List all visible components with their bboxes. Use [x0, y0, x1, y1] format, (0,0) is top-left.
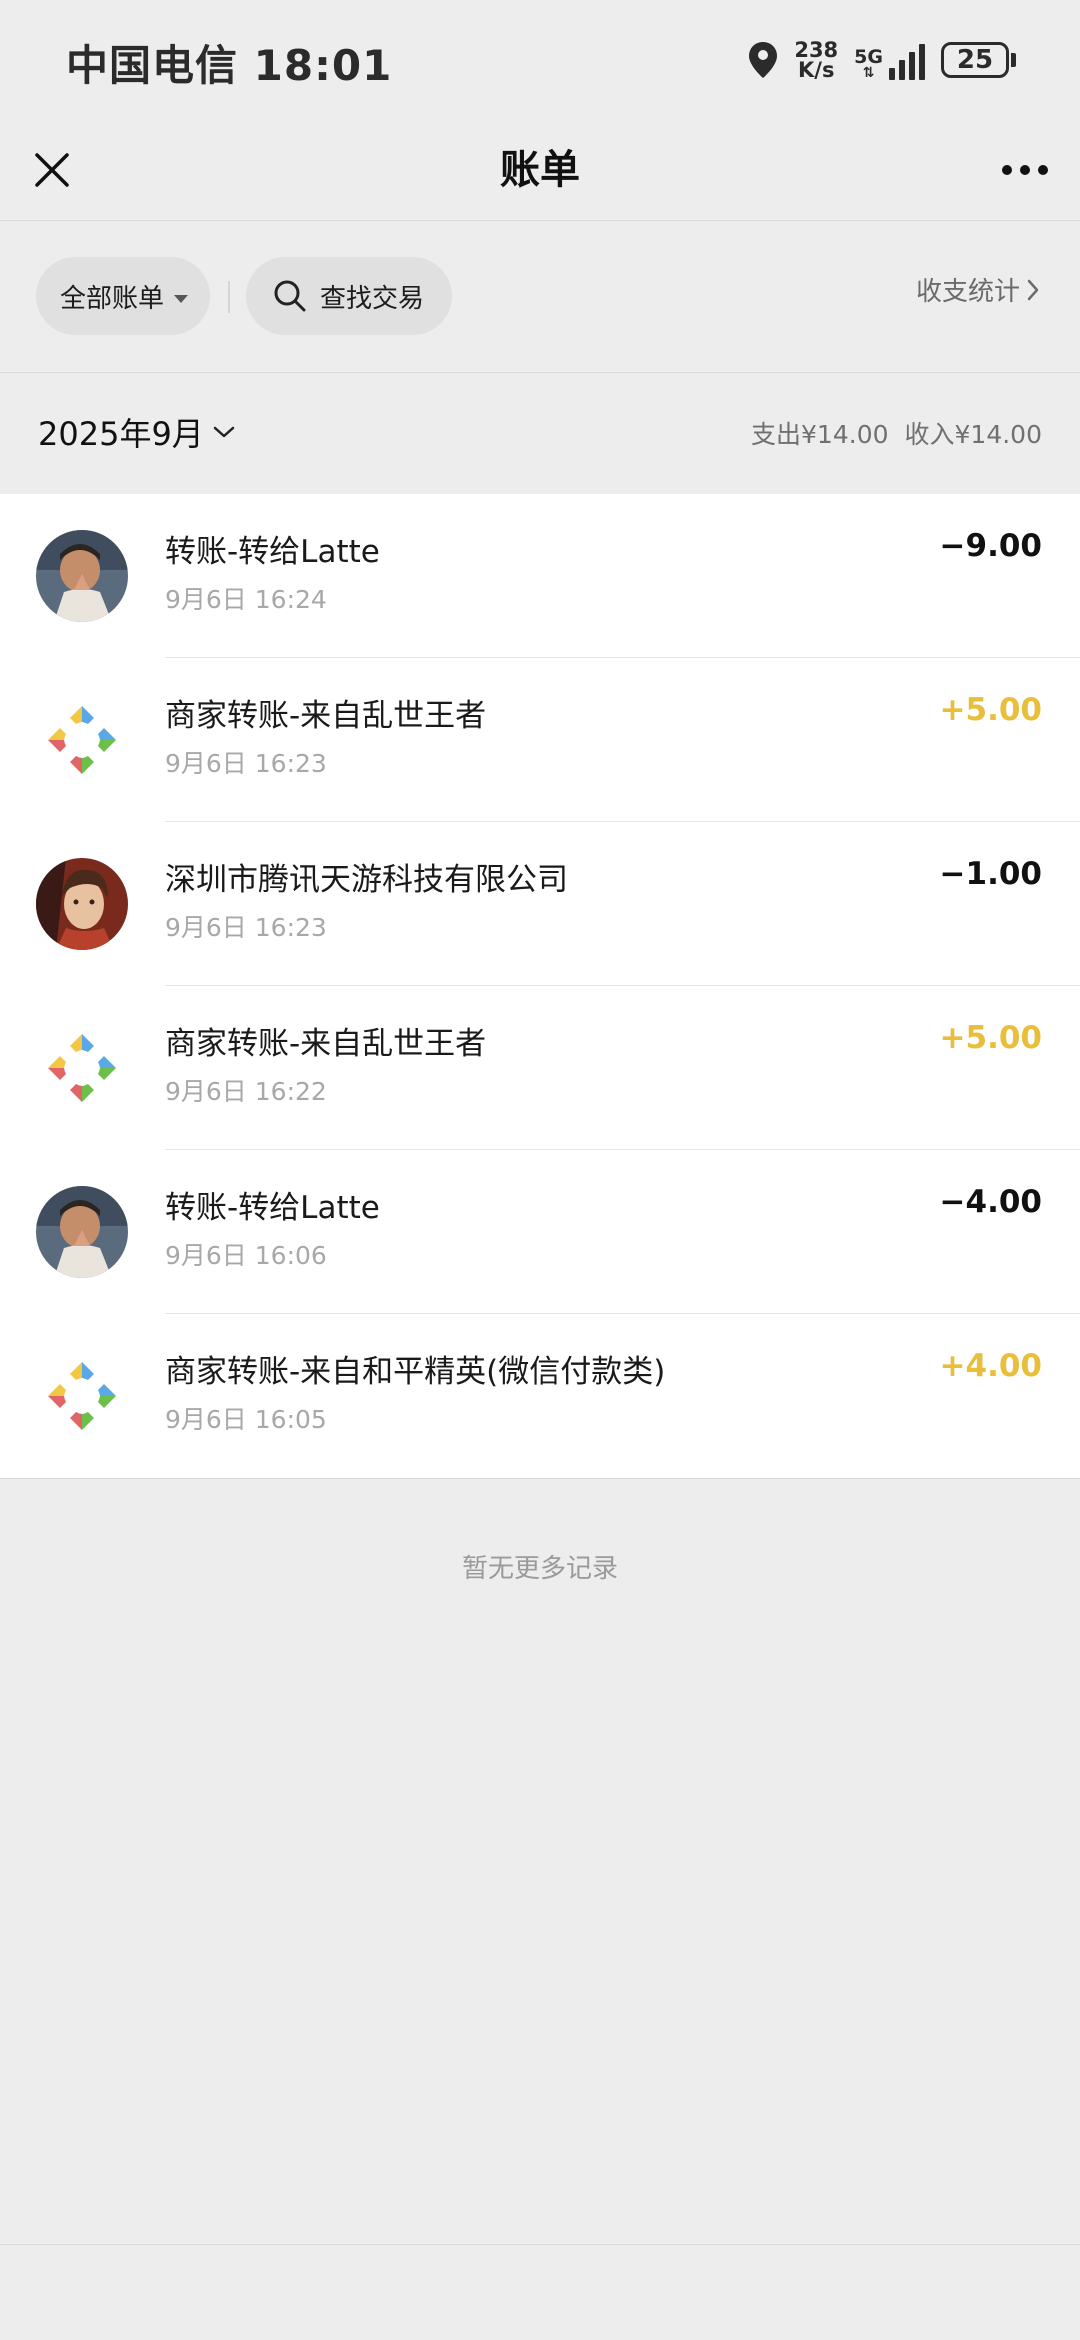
transaction-time: 9月6日 16:24: [165, 585, 327, 614]
signal-bar: [889, 68, 895, 80]
transaction-row[interactable]: 深圳市腾讯天游科技有限公司 9月6日 16:23 −1.00: [0, 822, 1080, 986]
transaction-title: 商家转账-来自乱世王者: [165, 1026, 487, 1062]
no-more-records: 暂无更多记录: [461, 1554, 618, 1584]
month-summary: 支出¥14.00 收入¥14.00: [751, 415, 1042, 451]
transaction-list: 转账-转给Latte 9月6日 16:24 −9.00 商家转账-来自乱世王者 9月6日…: [0, 494, 1080, 1479]
transaction-row[interactable]: 转账-转给Latte 9月6日 16:06 −4.00: [0, 1150, 1080, 1314]
transaction-amount: +4.00: [939, 1348, 1042, 1384]
nav-bar: 账单: [0, 120, 1080, 220]
person-photo-avatar: [36, 530, 128, 622]
income-expense-stats-link[interactable]: 收支统计: [916, 271, 1040, 308]
bottom-divider: [0, 2244, 1080, 2245]
month-label: 2025年9月: [38, 415, 204, 453]
signal-icon: 5G ⇅: [854, 40, 925, 80]
merchant-logo-icon: [36, 1350, 128, 1442]
dropdown-caret-icon: [174, 295, 189, 303]
merchant-logo-icon: [36, 1022, 128, 1114]
month-expense: 支出¥14.00: [751, 420, 889, 449]
transaction-title: 转账-转给Latte: [165, 1190, 380, 1226]
all-bills-label: 全部账单: [60, 283, 165, 314]
page-title: 账单: [500, 147, 580, 193]
transaction-amount: +5.00: [939, 692, 1042, 728]
merchant-logo-icon: [36, 694, 128, 786]
carrier-time: 中国电信 18:01: [66, 41, 393, 90]
battery-icon: 25: [941, 42, 1016, 78]
transaction-title: 转账-转给Latte: [165, 534, 380, 570]
more-button[interactable]: [990, 140, 1060, 200]
transaction-amount: −1.00: [939, 856, 1042, 892]
stats-label: 收支统计: [915, 277, 1020, 307]
filter-divider: [228, 281, 230, 313]
search-icon: [274, 280, 306, 312]
transaction-title: 深圳市腾讯天游科技有限公司: [165, 862, 568, 898]
game-character-avatar: [36, 858, 128, 950]
battery-level: 25: [941, 42, 1009, 78]
transaction-time: 9月6日 16:05: [165, 1405, 327, 1434]
data-arrows-icon: ⇅: [862, 65, 875, 81]
transaction-time: 9月6日 16:23: [165, 749, 327, 778]
filter-bar: 全部账单 查找交易 收支统计: [0, 221, 1080, 371]
net-speed: 238 K/s: [794, 38, 839, 82]
transaction-amount: +5.00: [939, 1020, 1042, 1056]
all-bills-filter[interactable]: 全部账单: [36, 257, 210, 335]
signal-bar: [919, 44, 925, 80]
location-icon: [748, 41, 778, 79]
status-bar: 中国电信 18:01 238 K/s 5G ⇅ 25: [0, 0, 1080, 120]
month-income: 收入¥14.00: [904, 420, 1042, 449]
month-selector[interactable]: 2025年9月: [38, 409, 236, 455]
battery-tip: [1011, 53, 1016, 67]
transaction-row[interactable]: 商家转账-来自乱世王者 9月6日 16:22 +5.00: [0, 986, 1080, 1150]
month-header: 2025年9月 支出¥14.00 收入¥14.00: [0, 373, 1080, 493]
transaction-row[interactable]: 商家转账-来自乱世王者 9月6日 16:23 +5.00: [0, 658, 1080, 822]
transaction-title: 商家转账-来自乱世王者: [165, 698, 487, 734]
network-type: 5G ⇅: [854, 46, 883, 81]
more-dots-icon: [1002, 165, 1048, 175]
signal-bar: [899, 60, 905, 80]
chevron-right-icon: [1027, 279, 1039, 300]
signal-bar: [909, 52, 915, 80]
net-speed-value: 238: [794, 38, 839, 62]
network-label: 5G: [854, 46, 883, 68]
chevron-down-icon: [213, 426, 235, 438]
search-label: 查找交易: [320, 283, 425, 314]
transaction-time: 9月6日 16:22: [165, 1077, 327, 1106]
transaction-amount: −4.00: [939, 1184, 1042, 1220]
search-transactions-button[interactable]: 查找交易: [246, 257, 452, 335]
transaction-amount: −9.00: [939, 528, 1042, 564]
transaction-row[interactable]: 转账-转给Latte 9月6日 16:24 −9.00: [0, 494, 1080, 658]
transaction-time: 9月6日 16:23: [165, 913, 327, 942]
person-photo-avatar: [36, 1186, 128, 1278]
transaction-time: 9月6日 16:06: [165, 1241, 327, 1270]
status-icons: 238 K/s 5G ⇅ 25: [748, 38, 1016, 82]
transaction-row[interactable]: 商家转账-来自和平精英(微信付款类) 9月6日 16:05 +4.00: [0, 1314, 1080, 1478]
net-speed-unit: K/s: [798, 58, 835, 82]
transaction-title: 商家转账-来自和平精英(微信付款类): [165, 1354, 666, 1390]
